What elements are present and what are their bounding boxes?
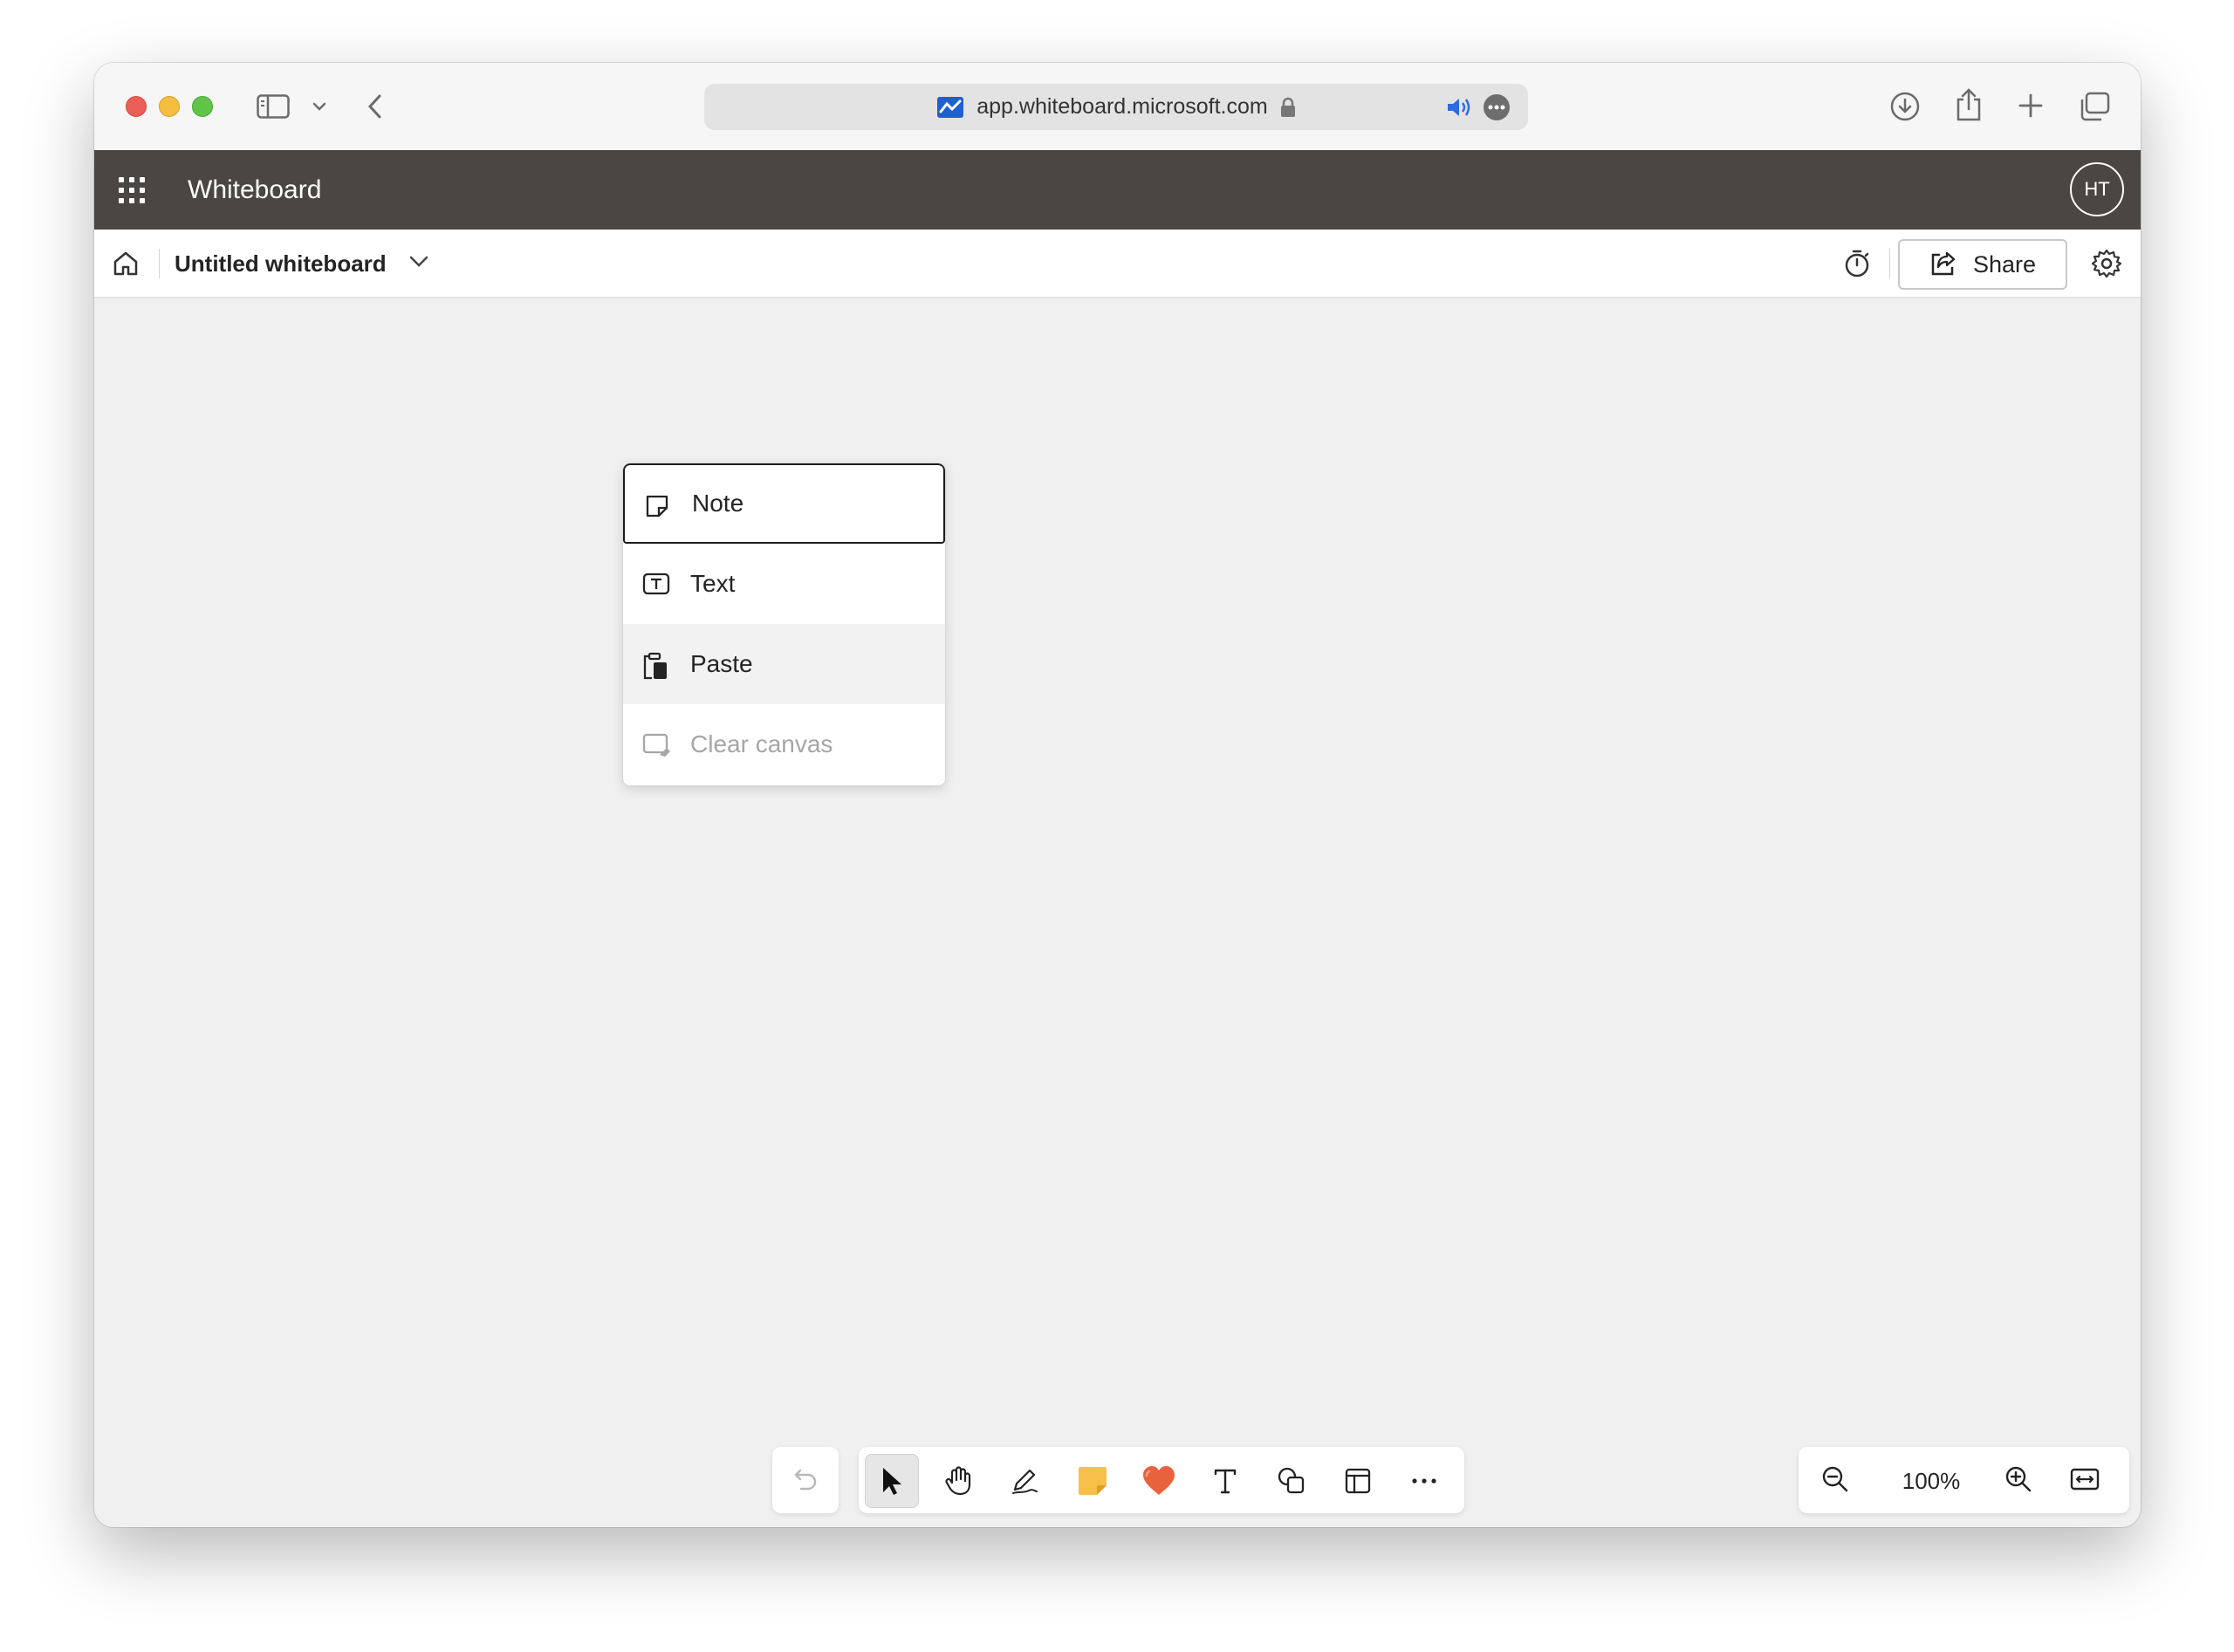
chevron-down-icon[interactable] <box>408 254 429 270</box>
url-text: app.whiteboard.microsoft.com <box>977 94 1268 119</box>
pen-icon <box>1010 1466 1039 1496</box>
site-favicon-icon <box>936 96 964 119</box>
menu-item-label: Text <box>690 570 736 597</box>
command-bar: Untitled whiteboard Share <box>94 230 2141 298</box>
menu-item-clear-canvas[interactable]: Clear canvas <box>623 704 945 785</box>
bottom-toolbar <box>859 1447 1464 1513</box>
fit-to-screen-icon[interactable] <box>2069 1463 2100 1495</box>
lock-icon <box>1280 97 1296 118</box>
undo-button[interactable] <box>772 1447 839 1513</box>
board-title[interactable]: Untitled whiteboard <box>175 250 387 278</box>
sidebar-toggle-icon[interactable] <box>257 94 290 119</box>
zoom-out-icon[interactable] <box>1819 1463 1851 1495</box>
select-pointer-icon <box>879 1466 905 1496</box>
text-box-icon <box>642 572 670 596</box>
reaction-heart-icon <box>1141 1465 1176 1497</box>
menu-item-paste[interactable]: Paste <box>623 624 945 704</box>
browser-window: app.whiteboard.microsoft.com Whiteboard … <box>94 63 2141 1527</box>
pen-tool-button[interactable] <box>997 1454 1052 1508</box>
menu-item-label: Note <box>692 490 744 517</box>
context-menu: Note Text Paste Clear canvas <box>623 463 945 785</box>
close-window-button[interactable] <box>126 96 147 117</box>
share-button-label: Share <box>1972 250 2037 278</box>
pan-tool-button[interactable] <box>931 1454 985 1508</box>
download-icon[interactable] <box>1890 92 1920 121</box>
text-icon <box>1212 1467 1238 1495</box>
hand-pan-icon <box>944 1466 972 1496</box>
timer-icon[interactable] <box>1843 249 1871 278</box>
templates-icon <box>1344 1467 1372 1495</box>
user-avatar[interactable]: HT <box>2070 162 2124 216</box>
menu-item-text[interactable]: Text <box>623 544 945 624</box>
app-title: Whiteboard <box>188 175 322 204</box>
maximize-window-button[interactable] <box>192 96 213 117</box>
minimize-window-button[interactable] <box>159 96 180 117</box>
shapes-icon <box>1277 1466 1306 1496</box>
clipboard-icon <box>642 652 668 680</box>
share-button[interactable]: Share <box>1898 239 2067 290</box>
menu-item-label: Paste <box>690 650 753 677</box>
divider <box>1889 249 1890 278</box>
more-tools-button[interactable] <box>1397 1454 1451 1508</box>
browser-titlebar: app.whiteboard.microsoft.com <box>94 63 2141 150</box>
menu-item-label: Clear canvas <box>690 730 833 757</box>
sticky-note-icon <box>1076 1464 1109 1498</box>
reaction-tool-button[interactable] <box>1132 1454 1186 1508</box>
speaker-audio-icon[interactable] <box>1446 96 1472 119</box>
back-arrow-icon[interactable] <box>367 93 384 120</box>
sticky-note-icon <box>644 493 670 519</box>
app-header: Whiteboard HT <box>94 150 2141 230</box>
shapes-tool-button[interactable] <box>1264 1454 1319 1508</box>
whiteboard-canvas[interactable] <box>94 298 2141 1527</box>
zoom-in-icon[interactable] <box>2003 1463 2034 1495</box>
note-tool-button[interactable] <box>1066 1454 1120 1508</box>
app-launcher-icon[interactable] <box>119 177 145 203</box>
templates-tool-button[interactable] <box>1331 1454 1385 1508</box>
chevron-down-icon[interactable] <box>312 101 326 112</box>
share-arrow-icon <box>1929 251 1957 278</box>
more-icon <box>1411 1477 1437 1484</box>
undo-icon <box>792 1467 819 1493</box>
tab-overview-icon[interactable] <box>2079 92 2110 121</box>
divider <box>159 249 160 278</box>
new-tab-plus-icon[interactable] <box>2018 93 2044 119</box>
text-tool-button[interactable] <box>1198 1454 1252 1508</box>
share-sheet-icon[interactable] <box>1955 87 1983 122</box>
home-icon[interactable] <box>112 250 140 278</box>
menu-item-note[interactable]: Note <box>623 463 945 544</box>
gear-icon[interactable] <box>2092 249 2121 278</box>
page-menu-icon[interactable] <box>1483 93 1511 121</box>
zoom-controls: 100% <box>1799 1447 2129 1513</box>
clear-canvas-icon <box>642 732 672 758</box>
zoom-level[interactable]: 100% <box>1896 1468 1966 1495</box>
select-tool-button[interactable] <box>865 1454 919 1508</box>
address-bar[interactable]: app.whiteboard.microsoft.com <box>704 84 1528 130</box>
